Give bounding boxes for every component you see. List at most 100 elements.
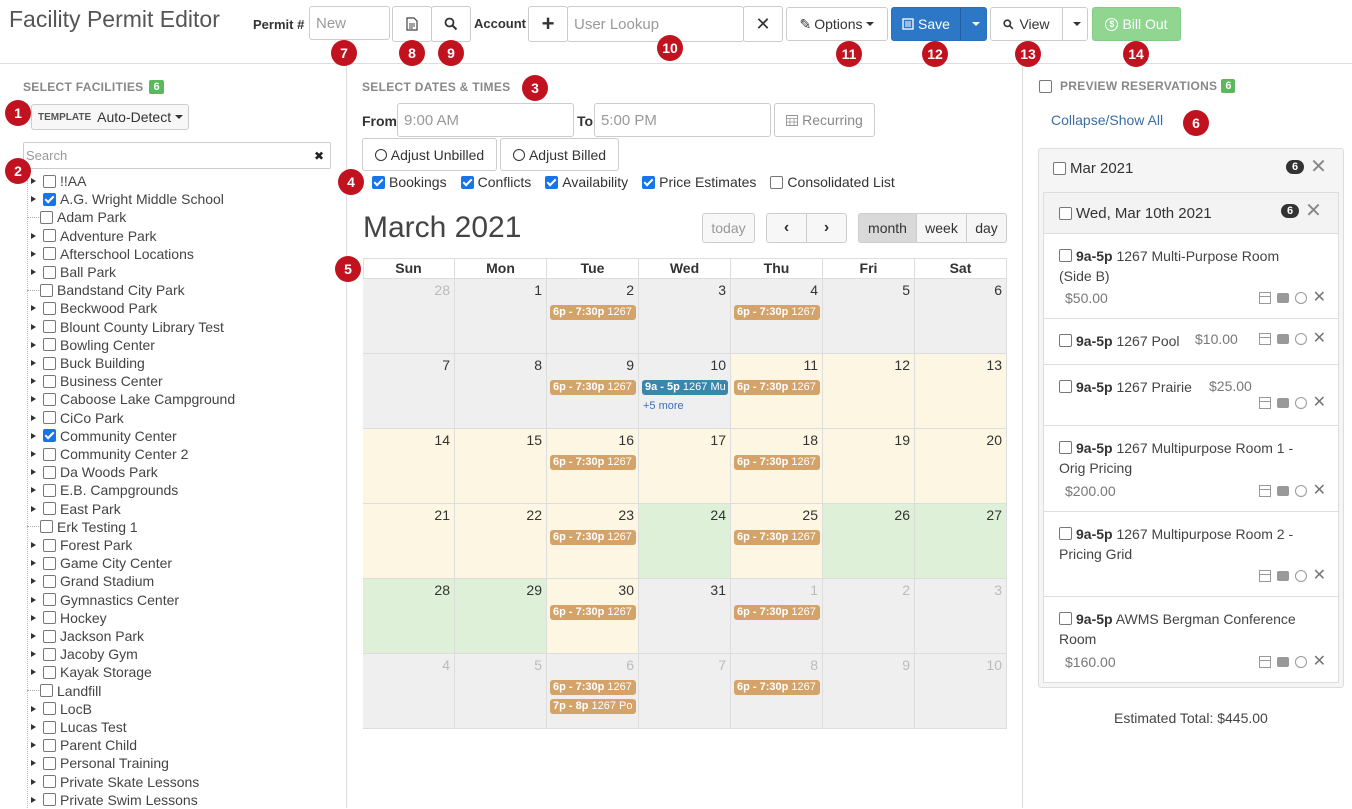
facility-item[interactable]: Ball Park <box>31 263 116 281</box>
today-button[interactable]: today <box>702 213 755 243</box>
filter-availability[interactable]: Availability <box>545 174 628 190</box>
calendar-event[interactable]: 6p - 7:30p 1267 <box>550 530 636 545</box>
expand-arrow-icon[interactable] <box>31 796 36 803</box>
facility-item[interactable]: Grand Stadium <box>31 572 154 590</box>
calendar-icon[interactable] <box>1258 656 1271 668</box>
facility-checkbox[interactable] <box>43 429 56 443</box>
month-group-header[interactable]: Mar 2021 <box>1053 160 1133 177</box>
remove-day-group-icon[interactable]: ✕ <box>1305 201 1322 221</box>
expand-arrow-icon[interactable] <box>31 651 36 658</box>
calendar-icon[interactable] <box>1258 333 1271 345</box>
filter-conflicts[interactable]: Conflicts <box>460 174 531 190</box>
facility-checkbox[interactable] <box>43 629 56 643</box>
facility-item[interactable]: Forest Park <box>31 536 132 554</box>
calendar-event[interactable]: 6p - 7:30p 1267 <box>550 680 636 695</box>
calendar-event[interactable]: 9a - 5p 1267 Mu <box>642 380 728 395</box>
view-week-button[interactable]: week <box>916 213 967 243</box>
expand-arrow-icon[interactable] <box>31 360 36 366</box>
expand-arrow-icon[interactable] <box>31 596 36 603</box>
calendar-day-cell[interactable]: 19 <box>823 429 915 504</box>
facility-item[interactable]: Community Center <box>31 427 177 445</box>
remove-icon[interactable]: ✕ <box>1313 654 1326 670</box>
facility-item[interactable]: Adventure Park <box>31 227 157 245</box>
expand-arrow-icon[interactable] <box>31 542 36 548</box>
facility-item[interactable]: Lucas Test <box>31 718 127 736</box>
day-group-header[interactable]: Wed, Mar 10th 2021 <box>1059 205 1212 222</box>
expand-arrow-icon[interactable] <box>31 614 36 621</box>
facility-checkbox[interactable] <box>43 665 56 679</box>
checkbox[interactable] <box>642 175 656 189</box>
facility-checkbox[interactable] <box>40 520 53 534</box>
calendar-day-cell[interactable]: 14 <box>363 429 455 504</box>
facility-checkbox[interactable] <box>43 265 56 279</box>
dollar-circle-icon[interactable] <box>1294 485 1307 497</box>
dollar-circle-icon[interactable] <box>1294 292 1307 304</box>
calendar-icon[interactable] <box>1258 292 1271 304</box>
facility-item[interactable]: Gymnastics Center <box>31 591 179 609</box>
to-time-input[interactable]: 5:00 PM <box>594 103 771 137</box>
expand-arrow-icon[interactable] <box>31 742 36 749</box>
calendar-icon[interactable] <box>1258 485 1271 497</box>
calendar-day-cell[interactable]: 28 <box>363 279 455 354</box>
expand-arrow-icon[interactable] <box>31 560 36 567</box>
calendar-event[interactable]: 7p - 8p 1267 Po <box>550 699 636 714</box>
calendar-event[interactable]: 6p - 7:30p 1267 <box>550 455 636 470</box>
facility-item[interactable]: Buck Building <box>31 354 145 372</box>
calendar-day-cell[interactable]: 1 <box>455 279 547 354</box>
calendar-event[interactable]: 6p - 7:30p 1267 <box>734 455 820 470</box>
expand-arrow-icon[interactable] <box>31 396 36 403</box>
calendar-day-cell[interactable]: 6 <box>915 279 1007 354</box>
facility-item[interactable]: !!AA <box>31 172 86 190</box>
calendar-day-cell[interactable]: 27 <box>915 504 1007 579</box>
facility-checkbox[interactable] <box>43 720 56 734</box>
calendar-day-cell[interactable]: 7 <box>363 354 455 429</box>
facility-item[interactable]: A.G. Wright Middle School <box>31 190 224 208</box>
permit-search-button[interactable] <box>431 6 471 42</box>
calendar-day-cell[interactable]: 3 <box>915 579 1007 654</box>
calendar-day-cell[interactable]: 5 <box>823 279 915 354</box>
facility-item[interactable]: Jackson Park <box>31 627 144 645</box>
expand-arrow-icon[interactable] <box>31 469 36 476</box>
comment-icon[interactable] <box>1276 334 1289 344</box>
remove-icon[interactable]: ✕ <box>1313 331 1326 347</box>
facility-checkbox[interactable] <box>43 229 56 243</box>
calendar-day-cell[interactable]: 10 <box>915 654 1007 729</box>
calendar-icon[interactable] <box>1258 570 1271 582</box>
reservation-checkbox[interactable] <box>1059 612 1072 625</box>
calendar-event[interactable]: 6p - 7:30p 1267 <box>734 605 820 620</box>
facility-item[interactable]: Landfill <box>27 682 101 700</box>
view-button[interactable]: View <box>990 7 1063 41</box>
view-day-button[interactable]: day <box>966 213 1007 243</box>
calendar-day-cell[interactable]: 17 <box>639 429 731 504</box>
facility-item[interactable]: Personal Training <box>31 754 169 772</box>
facility-item[interactable]: Private Skate Lessons <box>31 773 199 791</box>
remove-icon[interactable]: ✕ <box>1313 395 1326 411</box>
checkbox[interactable] <box>770 175 784 189</box>
facility-checkbox[interactable] <box>43 320 56 334</box>
expand-arrow-icon[interactable] <box>31 323 36 330</box>
facility-item[interactable]: CiCo Park <box>31 409 124 427</box>
facility-checkbox[interactable] <box>43 556 56 570</box>
calendar-day-cell[interactable]: 26 <box>823 504 915 579</box>
facility-checkbox[interactable] <box>40 684 53 698</box>
reservation-checkbox[interactable] <box>1059 334 1072 347</box>
expand-arrow-icon[interactable] <box>31 633 36 639</box>
facility-item[interactable]: Kayak Storage <box>31 663 152 681</box>
facility-item[interactable]: Bandstand City Park <box>27 281 185 299</box>
dollar-circle-icon[interactable] <box>1294 656 1307 668</box>
more-events-link[interactable]: +5 more <box>643 400 684 412</box>
comment-icon[interactable] <box>1276 398 1289 408</box>
facility-checkbox[interactable] <box>43 174 56 188</box>
expand-arrow-icon[interactable] <box>31 232 36 239</box>
calendar-day-cell[interactable]: 5 <box>455 654 547 729</box>
calendar-day-cell[interactable]: 7 <box>639 654 731 729</box>
calendar-event[interactable]: 6p - 7:30p 1267 <box>734 530 820 545</box>
expand-arrow-icon[interactable] <box>31 305 36 312</box>
facility-checkbox[interactable] <box>43 192 56 206</box>
expand-arrow-icon[interactable] <box>31 487 36 494</box>
calendar-event[interactable]: 6p - 7:30p 1267 <box>734 680 820 695</box>
calendar-event[interactable]: 6p - 7:30p 1267 <box>550 605 636 620</box>
facility-checkbox[interactable] <box>43 392 56 406</box>
expand-arrow-icon[interactable] <box>31 250 36 257</box>
expand-arrow-icon[interactable] <box>31 505 36 512</box>
